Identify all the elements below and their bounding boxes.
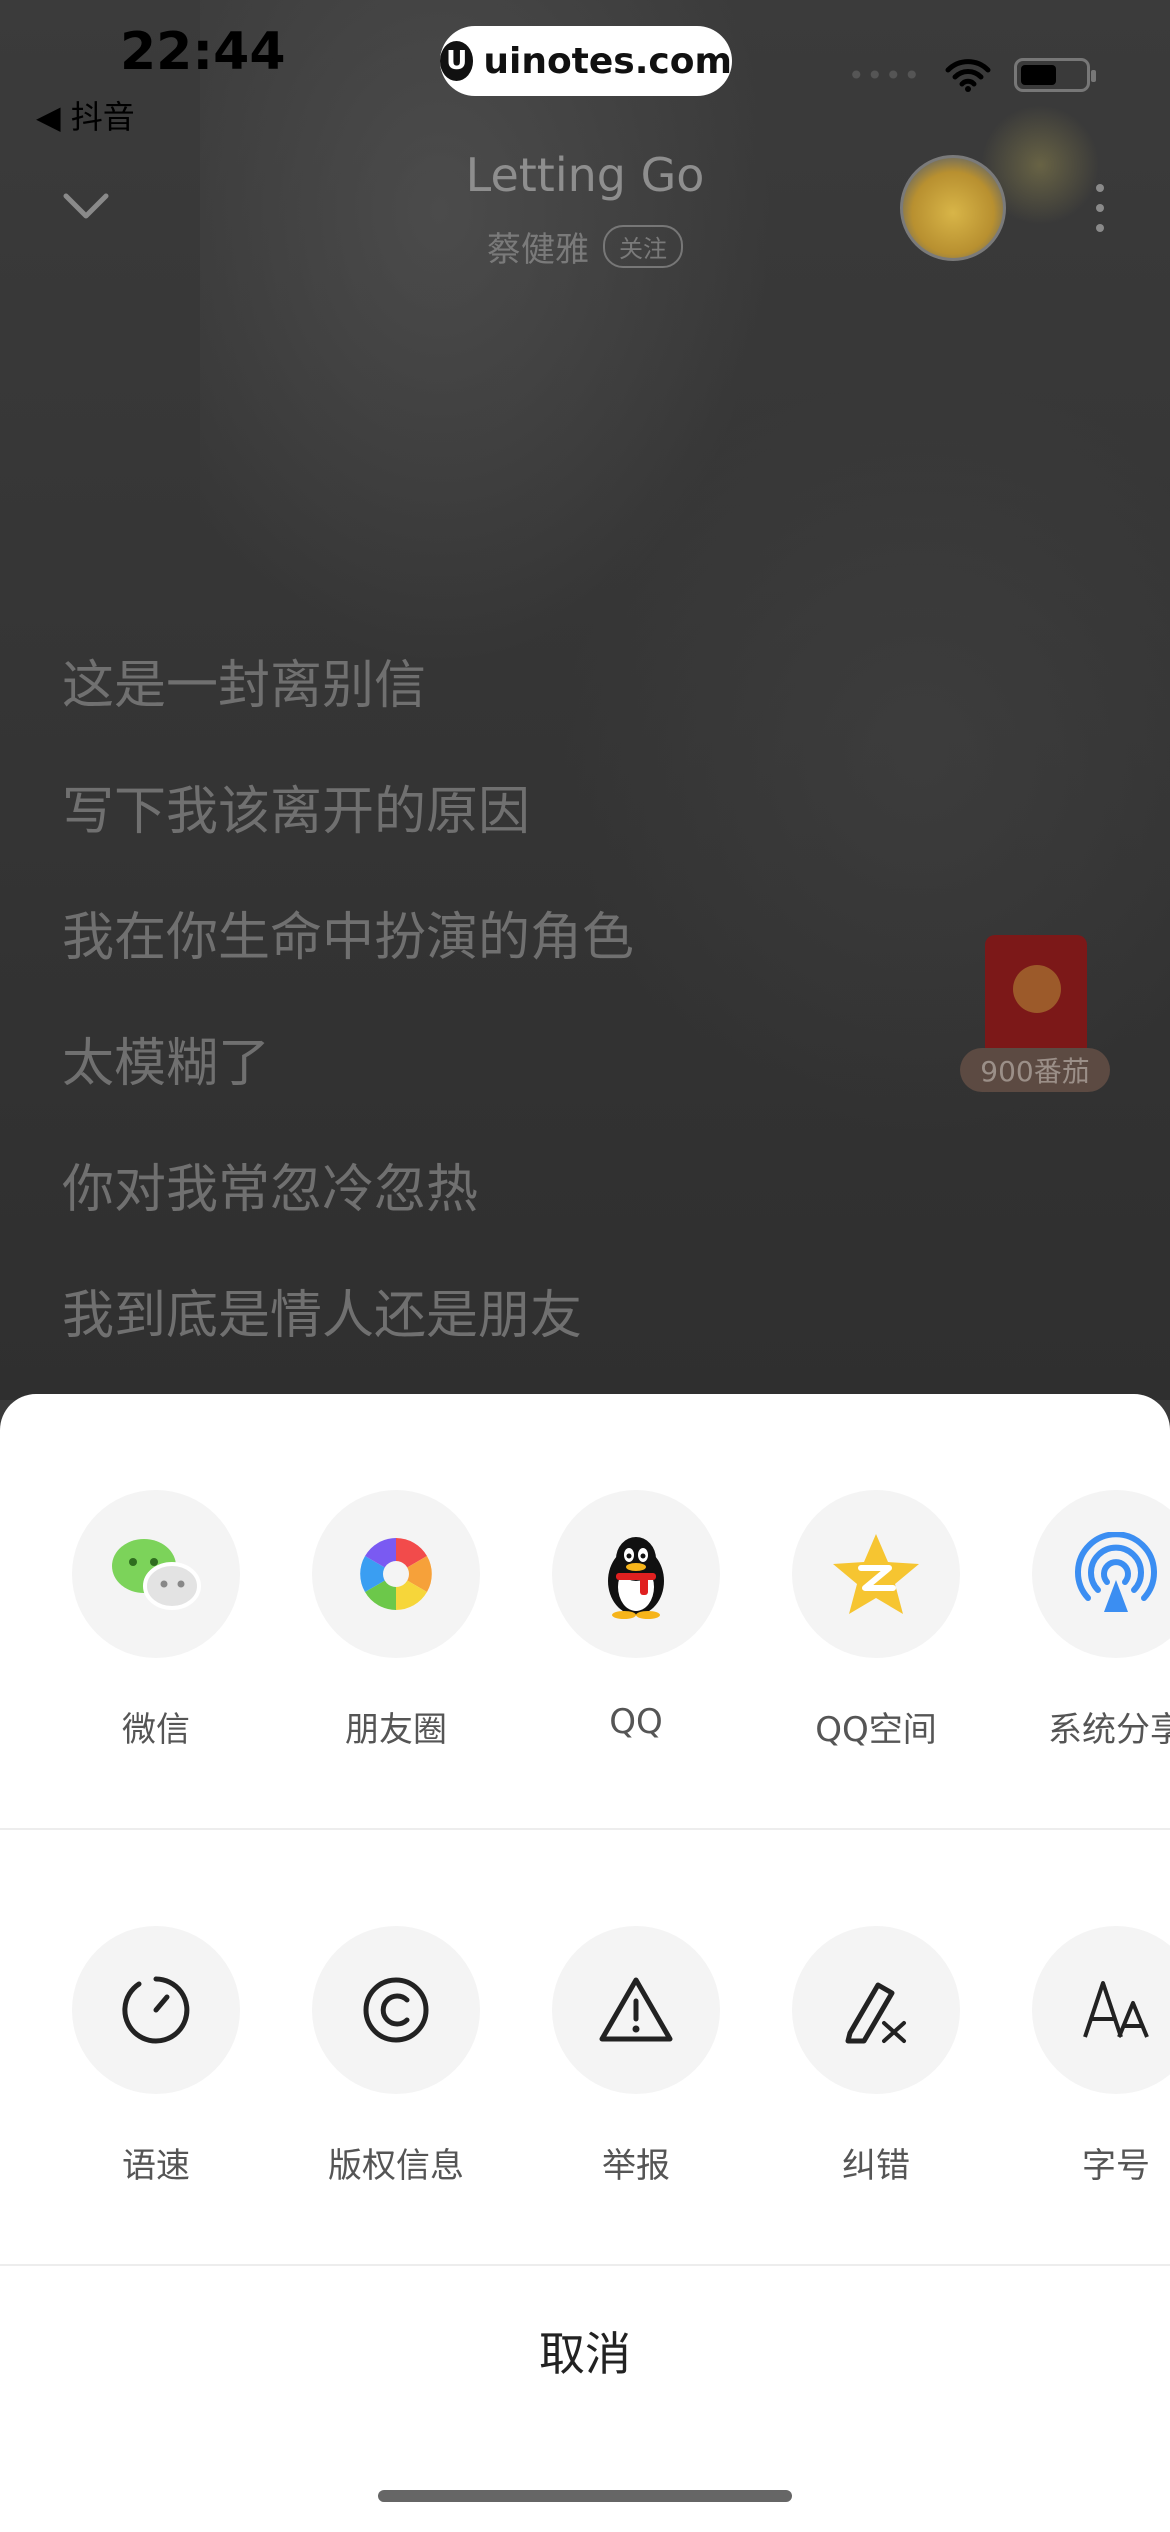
speed-icon <box>122 1976 190 2044</box>
action-font-size-circle <box>1032 1926 1170 2094</box>
wechat-icon <box>112 1539 201 1610</box>
share-wechat-circle <box>72 1490 240 1658</box>
action-label: 举报 <box>602 2146 670 2186</box>
tomato-coin-icon <box>1013 965 1061 1013</box>
url-pill: U uinotes.com <box>440 26 732 96</box>
action-speed[interactable]: 语速 <box>36 1926 276 2187</box>
share-label: 微信 <box>122 1710 190 1750</box>
action-correction[interactable]: 纠错 <box>756 1926 996 2187</box>
share-qq[interactable]: QQ <box>516 1490 756 1742</box>
cellular-signal-icon: •••• <box>847 58 922 92</box>
share-system-circle <box>1032 1490 1170 1658</box>
share-qzone-circle <box>792 1490 960 1658</box>
share-label: 朋友圈 <box>345 1710 447 1750</box>
uinotes-logo-icon: U <box>440 41 474 81</box>
lyric-line: 写下我该离开的原因 <box>62 782 531 842</box>
share-wechat[interactable]: 微信 <box>36 1490 276 1751</box>
share-label: QQ <box>609 1702 663 1742</box>
lyric-line: 我在你生命中扮演的角色 <box>62 908 635 968</box>
action-label: 字号 <box>1082 2146 1150 2186</box>
section-divider <box>0 2264 1170 2266</box>
red-packet-icon[interactable] <box>985 935 1087 1059</box>
lyric-line: 太模糊了 <box>62 1034 271 1094</box>
action-speed-circle <box>72 1926 240 2094</box>
warning-icon <box>599 1977 673 2042</box>
copyright-icon <box>363 1977 429 2043</box>
status-time: 22:44 <box>120 22 286 82</box>
follow-button[interactable]: 关注 <box>603 225 683 268</box>
action-correction-circle <box>792 1926 960 2094</box>
artist-name[interactable]: 蔡健雅 <box>487 222 589 271</box>
lyric-line: 我到底是情人还是朋友 <box>62 1286 583 1346</box>
more-options-icon[interactable] <box>1090 180 1110 236</box>
correction-icon <box>845 1982 906 2044</box>
cancel-button[interactable]: 取消 <box>0 2318 1170 2384</box>
home-indicator <box>378 2490 792 2502</box>
lyrics-list: 这是一封离别信 写下我该离开的原因 我在你生命中扮演的角色 太模糊了 你对我常忽… <box>62 650 634 1406</box>
action-label: 版权信息 <box>328 2146 464 2186</box>
share-qzone[interactable]: QQ空间 <box>756 1490 996 1751</box>
wifi-icon <box>945 59 991 92</box>
url-text: uinotes.com <box>483 40 732 82</box>
action-report[interactable]: 举报 <box>516 1926 756 2187</box>
share-moments-circle <box>312 1490 480 1658</box>
action-copyright[interactable]: 版权信息 <box>276 1926 516 2187</box>
font-size-icon <box>1083 1981 1149 2038</box>
action-copyright-circle <box>312 1926 480 2094</box>
status-indicators: •••• <box>847 58 1096 92</box>
moments-icon <box>360 1538 432 1610</box>
action-report-circle <box>552 1926 720 2094</box>
share-moments[interactable]: 朋友圈 <box>276 1490 516 1751</box>
lyric-line: 这是一封离别信 <box>62 656 427 716</box>
red-packet-label[interactable]: 900番茄 <box>960 1048 1110 1092</box>
battery-icon <box>1014 58 1096 92</box>
user-avatar[interactable] <box>900 155 1006 261</box>
section-divider <box>0 1828 1170 1830</box>
share-label: QQ空间 <box>815 1710 937 1750</box>
qzone-icon <box>833 1534 919 1614</box>
share-system[interactable]: 系统分享 <box>996 1490 1170 1751</box>
action-label: 纠错 <box>842 2146 910 2186</box>
back-to-app-link[interactable]: ◀ 抖音 <box>36 92 135 138</box>
action-label: 语速 <box>122 2146 190 2186</box>
lyric-line: 你对我常忽冷忽热 <box>62 1160 479 1220</box>
share-label: 系统分享 <box>1048 1710 1170 1750</box>
share-qq-circle <box>552 1490 720 1658</box>
action-font-size[interactable]: 字号 <box>996 1926 1170 2187</box>
airdrop-icon <box>1075 1532 1157 1612</box>
qq-icon <box>608 1537 664 1619</box>
